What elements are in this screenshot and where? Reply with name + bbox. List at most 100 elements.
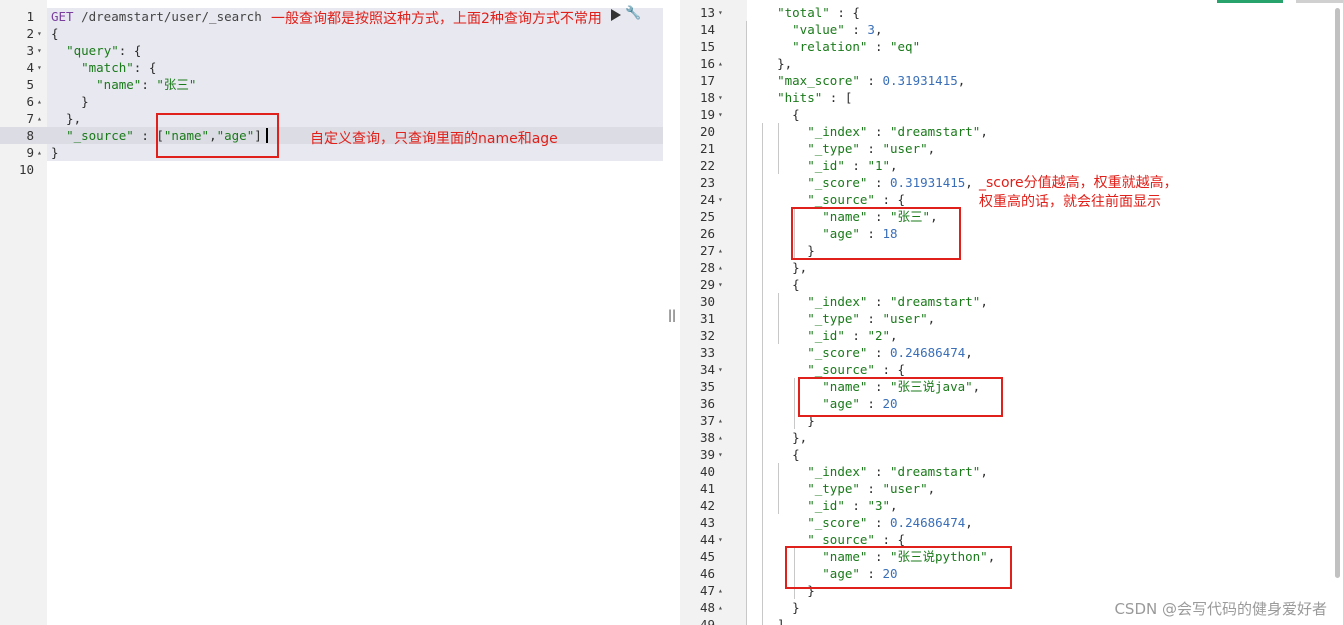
code-line[interactable]: "_type" : "user", (747, 480, 935, 497)
fold-open-icon[interactable]: ▾ (718, 276, 723, 293)
code-line[interactable]: "hits" : [ (747, 89, 852, 106)
code-line[interactable]: "_source" : { (747, 361, 905, 378)
fold-close-icon[interactable]: ▴ (718, 242, 723, 259)
code-line[interactable]: "max_score" : 0.31931415, (747, 72, 965, 89)
code-token: : (844, 158, 868, 173)
code-line[interactable]: "relation" : "eq" (747, 38, 920, 55)
fold-open-icon[interactable]: ▾ (718, 4, 723, 21)
code-token: GET (51, 9, 82, 24)
fold-close-icon[interactable]: ▴ (718, 429, 723, 446)
code-token: "_score" (807, 515, 868, 530)
code-line[interactable]: "_source" : { (747, 191, 905, 208)
code-line[interactable]: "_index" : "dreamstart", (747, 123, 988, 140)
code-line[interactable]: }, (747, 429, 807, 446)
code-token: 0.31931415 (882, 73, 958, 88)
code-token: "_source" (807, 532, 875, 547)
annotation-box-hit-2 (798, 377, 1003, 417)
code-line[interactable]: }, (747, 259, 807, 276)
fold-open-icon[interactable]: ▾ (718, 106, 723, 123)
fold-close-icon[interactable]: ▴ (718, 55, 723, 72)
code-token: "_score" (807, 175, 868, 190)
line-number: 13 (699, 5, 715, 20)
code-line[interactable]: "_score" : 0.31931415, (747, 174, 973, 191)
line-number: 28 (699, 260, 715, 275)
code-line[interactable]: "_index" : "dreamstart", (747, 463, 988, 480)
code-token: "dreamstart" (890, 464, 981, 479)
indent-guide (794, 378, 795, 429)
fold-close-icon[interactable]: ▴ (37, 144, 42, 161)
vertical-scrollbar[interactable] (1335, 8, 1340, 578)
fold-close-icon[interactable]: ▴ (718, 599, 723, 616)
code-token: "3" (867, 498, 891, 513)
code-line[interactable]: "_score" : 0.24686474, (747, 344, 973, 361)
fold-close-icon[interactable]: ▴ (718, 412, 723, 429)
code-token: : (844, 328, 868, 343)
line-number: 48 (699, 600, 715, 615)
fold-close-icon[interactable]: ▴ (37, 110, 42, 127)
play-icon[interactable] (611, 9, 621, 21)
top-gray-button[interactable] (1296, 0, 1343, 3)
code-line[interactable]: "_type" : "user", (747, 140, 935, 157)
code-line[interactable]: }, (51, 110, 81, 127)
code-line[interactable]: "_id" : "3", (747, 497, 897, 514)
code-line[interactable]: "_score" : 0.24686474, (747, 514, 973, 531)
fold-close-icon[interactable]: ▴ (718, 259, 723, 276)
code-line[interactable]: } (747, 599, 800, 616)
code-line[interactable]: GET /dreamstart/user/_search (51, 8, 262, 25)
code-token: }, (51, 111, 82, 126)
code-token: : (867, 515, 891, 530)
fold-close-icon[interactable]: ▴ (718, 582, 723, 599)
request-editor[interactable]: 1 GET /dreamstart/user/_search 2 ▾{3 ▾ "quer… (0, 0, 663, 625)
code-line[interactable]: "match": { (51, 59, 156, 76)
line-number: 9 (26, 145, 34, 160)
code-token: "_score" (807, 345, 868, 360)
code-line[interactable]: "total" : { (747, 4, 860, 21)
code-line[interactable]: "query": { (51, 42, 141, 59)
wrench-icon[interactable]: 🔧 (625, 6, 641, 21)
fold-open-icon[interactable]: ▾ (37, 59, 42, 76)
annotation-box-hit-3 (785, 546, 1012, 589)
code-token: , (927, 481, 936, 496)
code-line[interactable]: { (51, 25, 59, 42)
resize-handle-icon[interactable]: || (668, 308, 676, 322)
fold-open-icon[interactable]: ▾ (718, 191, 723, 208)
fold-open-icon[interactable]: ▾ (718, 531, 723, 548)
code-line[interactable]: "name": "张三" (51, 76, 196, 93)
line-number: 16 (699, 56, 715, 71)
line-number: 43 (699, 515, 715, 530)
code-line[interactable]: } (51, 144, 59, 161)
code-token: "_index" (807, 124, 868, 139)
annotation-score-note-2: 权重高的话，就会往前面显示 (979, 194, 1161, 210)
code-token: "_id" (807, 158, 845, 173)
fold-open-icon[interactable]: ▾ (718, 89, 723, 106)
line-number: 4 (26, 60, 34, 75)
fold-open-icon[interactable]: ▾ (718, 361, 723, 378)
fold-open-icon[interactable]: ▾ (37, 42, 42, 59)
code-token: : (867, 345, 891, 360)
code-token: "dreamstart" (890, 124, 981, 139)
code-line[interactable]: ] (747, 616, 785, 625)
fold-close-icon[interactable]: ▴ (37, 93, 42, 110)
code-line[interactable]: "_type" : "user", (747, 310, 935, 327)
annotation-top-note: 一般查询都是按照这种方式，上面2种查询方式不常用 (271, 11, 602, 27)
code-line[interactable]: { (747, 446, 800, 463)
annotation-score-note-1: _score分值越高，权重就越高， (979, 175, 1178, 191)
fold-open-icon[interactable]: ▾ (718, 446, 723, 463)
code-line[interactable]: }, (747, 55, 792, 72)
line-number: 44 (699, 532, 715, 547)
code-line[interactable]: { (747, 276, 800, 293)
code-token: "eq" (890, 39, 921, 54)
code-line[interactable]: { (747, 106, 800, 123)
code-line[interactable]: "_id" : "1", (747, 157, 897, 174)
code-line[interactable]: "_id" : "2", (747, 327, 897, 344)
code-line[interactable]: } (51, 93, 89, 110)
code-line[interactable]: "value" : 3, (747, 21, 882, 38)
top-green-button[interactable] (1217, 0, 1283, 3)
code-line[interactable]: "_index" : "dreamstart", (747, 293, 988, 310)
fold-open-icon[interactable]: ▾ (37, 25, 42, 42)
code-token: 0.31931415 (890, 175, 966, 190)
